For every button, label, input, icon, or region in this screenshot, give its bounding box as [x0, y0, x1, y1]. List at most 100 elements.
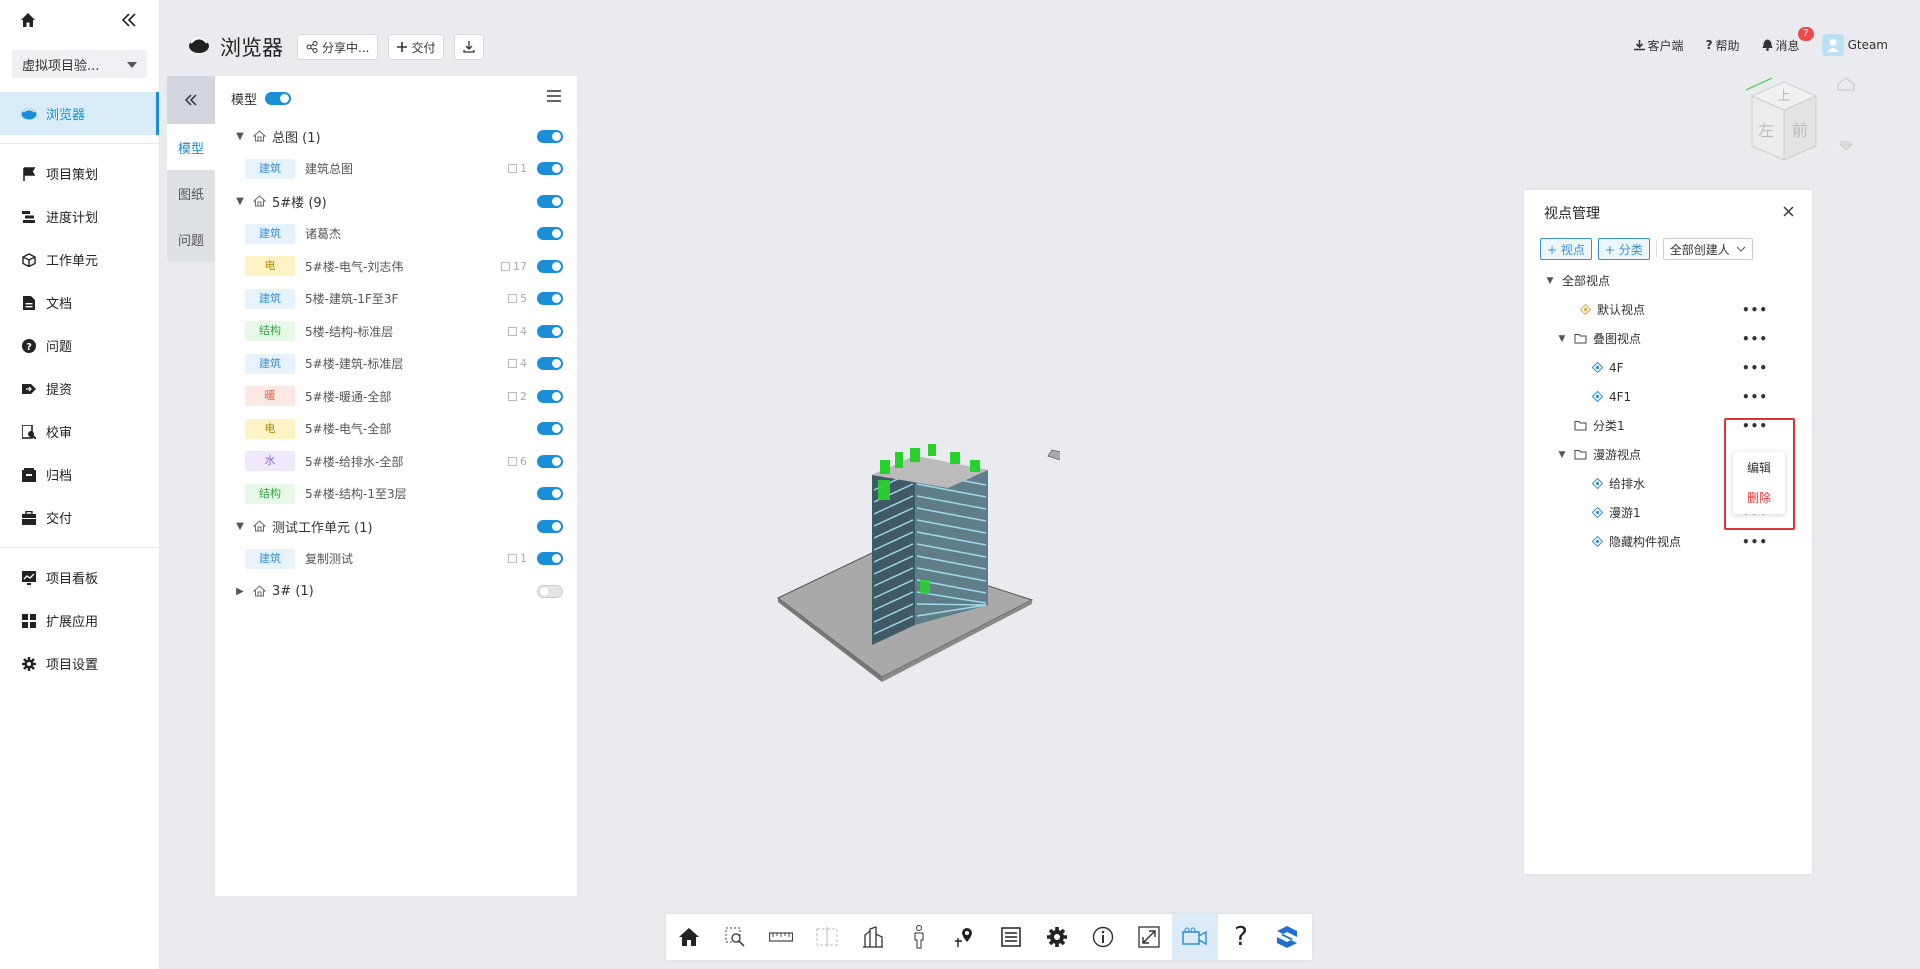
tree-item-row[interactable]: 建筑 5楼-建筑-1F至3F 5 — [215, 283, 577, 316]
walk-mode-button[interactable] — [896, 914, 942, 960]
settings-button[interactable] — [1034, 914, 1080, 960]
caret-right-icon[interactable]: ▶ — [233, 586, 247, 597]
visibility-toggle[interactable] — [537, 292, 563, 306]
tree-item-row[interactable]: 结构 5#楼-结构-1至3层 — [215, 478, 577, 511]
nav-item-extensions[interactable]: 扩展应用 — [0, 599, 159, 642]
tree-item-row[interactable]: 电 5#楼-电气-全部 — [215, 413, 577, 446]
viewpoint-row[interactable]: 4F1 ••• — [1524, 382, 1812, 411]
deliver-button[interactable]: 交付 — [388, 34, 445, 60]
more-options-icon[interactable]: ••• — [1742, 390, 1768, 404]
tree-item-row[interactable]: 结构 5楼-结构-标准层 4 — [215, 315, 577, 348]
nav-item-documents[interactable]: 文档 — [0, 281, 159, 324]
video-button[interactable] — [1172, 914, 1218, 960]
download-button[interactable] — [454, 34, 485, 60]
visibility-toggle[interactable] — [537, 357, 563, 371]
nav-item-submit[interactable]: 提资 — [0, 367, 159, 410]
tree-group-row[interactable]: ▶ 3# (1) — [215, 575, 577, 608]
viewpoint-row[interactable]: ▼ 全部视点 — [1524, 266, 1812, 295]
share-button[interactable]: 分享中... — [297, 34, 379, 60]
caret-down-icon[interactable]: ▼ — [1544, 276, 1556, 286]
visibility-toggle[interactable] — [537, 227, 563, 241]
tab-model[interactable]: 模型 — [167, 124, 215, 170]
tab-drawings[interactable]: 图纸 — [167, 170, 215, 216]
tree-group-row[interactable]: ▼ 5#楼 (9) — [215, 185, 577, 218]
visibility-toggle[interactable] — [537, 454, 563, 468]
menu-icon[interactable] — [547, 90, 561, 106]
project-select[interactable]: 虚拟项目验... — [12, 50, 147, 78]
visibility-toggle[interactable] — [537, 129, 563, 143]
tree-item-row[interactable]: 水 5#楼-给排水-全部 6 — [215, 445, 577, 478]
home-view-button[interactable] — [666, 914, 712, 960]
creator-filter-select[interactable]: 全部创建人 — [1662, 238, 1753, 260]
visibility-toggle[interactable] — [537, 519, 563, 533]
caret-down-icon[interactable]: ▼ — [233, 131, 247, 142]
list-button[interactable] — [988, 914, 1034, 960]
nav-item-schedule[interactable]: 进度计划 — [0, 195, 159, 238]
nav-item-issues[interactable]: ? 问题 — [0, 324, 159, 367]
nav-item-dashboard[interactable]: 项目看板 — [0, 556, 159, 599]
viewpoint-row[interactable]: ▼ 叠图视点 ••• — [1524, 324, 1812, 353]
more-options-icon[interactable]: ••• — [1742, 535, 1768, 549]
tree-item-row[interactable]: 电 5#楼-电气-刘志伟 17 — [215, 250, 577, 283]
add-viewpoint-button[interactable]: + 视点 — [1540, 238, 1592, 260]
more-options-icon[interactable]: ••• — [1742, 361, 1768, 375]
help-link[interactable]: ? 帮助 — [1706, 37, 1740, 54]
user-menu[interactable]: Gteam — [1821, 34, 1888, 56]
tree-item-row[interactable]: 建筑 5#楼-建筑-标准层 4 — [215, 348, 577, 381]
tree-item-row[interactable]: 建筑 诸葛杰 — [215, 218, 577, 251]
more-options-icon[interactable]: ••• — [1742, 303, 1768, 317]
tree-item-row[interactable]: 建筑 复制测试 1 — [215, 543, 577, 576]
3d-model-viewport[interactable] — [760, 430, 1066, 694]
delete-menu-item[interactable]: 删除 — [1733, 482, 1785, 512]
nav-item-deliver[interactable]: 交付 — [0, 496, 159, 539]
building-model-graphic — [777, 444, 1066, 682]
edit-menu-item[interactable]: 编辑 — [1733, 452, 1785, 482]
viewpoint-row[interactable]: 4F ••• — [1524, 353, 1812, 382]
nav-item-archive[interactable]: 归档 — [0, 453, 159, 496]
tree-group-row[interactable]: ▼ 总图 (1) — [215, 120, 577, 153]
help-button[interactable]: ? — [1218, 914, 1264, 960]
caret-down-icon[interactable]: ▼ — [1556, 334, 1568, 344]
caret-down-icon[interactable]: ▼ — [233, 196, 247, 207]
nav-item-planning[interactable]: 项目策划 — [0, 152, 159, 195]
nav-item-browser[interactable]: 浏览器 — [0, 92, 159, 135]
zoom-box-button[interactable] — [712, 914, 758, 960]
more-options-icon[interactable]: ••• — [1742, 332, 1768, 346]
add-category-button[interactable]: + 分类 — [1597, 238, 1650, 260]
tab-issues[interactable]: 问题 — [167, 216, 215, 262]
close-icon[interactable] — [1783, 205, 1794, 221]
viewpoint-row[interactable]: 默认视点 ••• — [1524, 295, 1812, 324]
client-download-link[interactable]: 客户端 — [1633, 37, 1684, 54]
tree-item-row[interactable]: 暖 5#楼-暖通-全部 2 — [215, 380, 577, 413]
visibility-toggle[interactable] — [537, 162, 563, 176]
collapse-sidebar-icon[interactable] — [121, 12, 137, 32]
tree-item-row[interactable]: 建筑 建筑总图 1 — [215, 153, 577, 186]
home-icon[interactable] — [20, 12, 36, 32]
floor-button[interactable] — [850, 914, 896, 960]
visibility-toggle[interactable] — [537, 194, 563, 208]
caret-down-icon[interactable]: ▼ — [1556, 450, 1568, 460]
visibility-toggle[interactable] — [537, 584, 563, 598]
nav-item-settings[interactable]: 项目设置 — [0, 642, 159, 685]
tree-group-row[interactable]: ▼ 测试工作单元 (1) — [215, 510, 577, 543]
collapse-panel-button[interactable] — [167, 76, 215, 124]
view-cube[interactable]: 上 左 前 — [1742, 76, 1862, 170]
viewpoint-row[interactable]: 隐藏构件视点 ••• — [1524, 527, 1812, 556]
visibility-toggle[interactable] — [537, 552, 563, 566]
nav-item-work-unit[interactable]: 工作单元 — [0, 238, 159, 281]
model-master-toggle[interactable] — [265, 91, 292, 105]
visibility-toggle[interactable] — [537, 389, 563, 403]
visibility-toggle[interactable] — [537, 422, 563, 436]
section-button[interactable] — [804, 914, 850, 960]
visibility-toggle[interactable] — [537, 324, 563, 338]
messages-link[interactable]: 消息 7 — [1762, 26, 1814, 54]
fullscreen-button[interactable] — [1126, 914, 1172, 960]
measure-button[interactable] — [758, 914, 804, 960]
info-button[interactable] — [1080, 914, 1126, 960]
pin-button[interactable] — [942, 914, 988, 960]
caret-down-icon[interactable]: ▼ — [233, 521, 247, 532]
visibility-toggle[interactable] — [537, 487, 563, 501]
nav-item-review[interactable]: 校审 — [0, 410, 159, 453]
logo-button[interactable] — [1264, 914, 1310, 960]
visibility-toggle[interactable] — [537, 259, 563, 273]
